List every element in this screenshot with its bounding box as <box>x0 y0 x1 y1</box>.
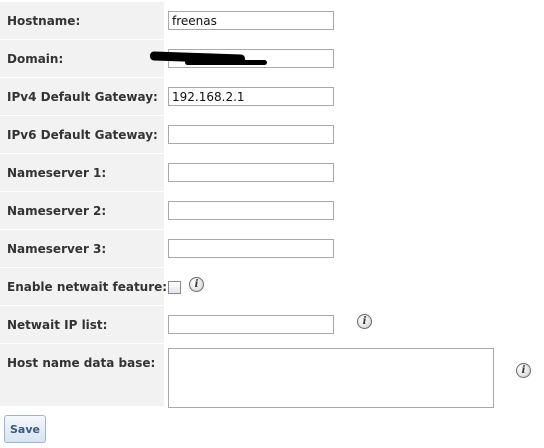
nameserver2-label: Nameserver 2: <box>7 204 107 218</box>
domain-label: Domain: <box>7 52 64 66</box>
netwait-ip-list-label-cell: Netwait IP list: <box>0 306 164 343</box>
nameserver2-label-cell: Nameserver 2: <box>0 192 164 229</box>
info-icon[interactable]: i <box>357 314 372 329</box>
nameserver3-input[interactable] <box>168 239 334 258</box>
ipv6-gateway-label: IPv6 Default Gateway: <box>7 128 158 142</box>
ipv4-gateway-row: IPv4 Default Gateway: <box>0 78 544 115</box>
netwait-enable-label-cell: Enable netwait feature: <box>0 268 168 305</box>
ipv4-gateway-label-cell: IPv4 Default Gateway: <box>0 78 164 115</box>
netwait-enable-checkbox[interactable] <box>168 281 181 294</box>
hostname-row: Hostname: <box>0 2 544 39</box>
domain-row: Domain: <box>0 40 544 77</box>
nameserver3-label-cell: Nameserver 3: <box>0 230 164 267</box>
hosts-database-row: Host name data base: i <box>0 344 544 408</box>
netwait-enable-row: Enable netwait feature: i <box>0 268 544 305</box>
nameserver1-row: Nameserver 1: <box>0 154 544 191</box>
netwait-ip-list-input[interactable] <box>168 315 334 334</box>
ipv6-gateway-input[interactable] <box>168 125 334 144</box>
hostname-input[interactable] <box>168 11 334 30</box>
ipv6-gateway-label-cell: IPv6 Default Gateway: <box>0 116 164 153</box>
hosts-database-label-cell: Host name data base: <box>0 344 164 406</box>
ipv6-gateway-row: IPv6 Default Gateway: <box>0 116 544 153</box>
hosts-database-label: Host name data base: <box>7 356 156 370</box>
info-icon[interactable]: i <box>516 363 531 378</box>
ipv4-gateway-label: IPv4 Default Gateway: <box>7 90 158 104</box>
hostname-label-cell: Hostname: <box>0 2 164 39</box>
nameserver1-label-cell: Nameserver 1: <box>0 154 164 191</box>
hosts-database-textarea[interactable] <box>168 348 494 408</box>
info-icon[interactable]: i <box>189 277 204 292</box>
hostname-label: Hostname: <box>7 14 81 28</box>
save-button[interactable]: Save <box>4 415 46 443</box>
nameserver2-input[interactable] <box>168 201 334 220</box>
nameserver1-input[interactable] <box>168 163 334 182</box>
domain-label-cell: Domain: <box>0 40 164 77</box>
nameserver3-row: Nameserver 3: <box>0 230 544 267</box>
netwait-ip-list-label: Netwait IP list: <box>7 318 108 332</box>
ipv4-gateway-input[interactable] <box>168 87 334 106</box>
netwait-enable-label: Enable netwait feature: <box>7 280 168 294</box>
nameserver1-label: Nameserver 1: <box>7 166 107 180</box>
nameserver3-label: Nameserver 3: <box>7 242 107 256</box>
nameserver2-row: Nameserver 2: <box>0 192 544 229</box>
netwait-ip-list-row: Netwait IP list: i <box>0 306 544 343</box>
